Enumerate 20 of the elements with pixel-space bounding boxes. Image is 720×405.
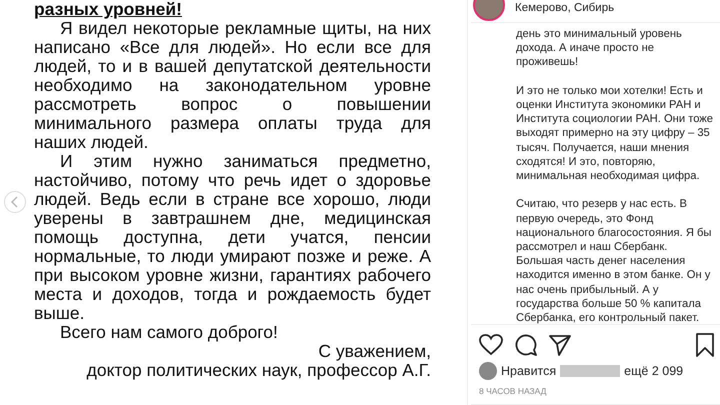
heart-icon[interactable] bbox=[479, 334, 503, 356]
location-link[interactable]: Кемерово, Сибирь bbox=[515, 2, 614, 14]
document-signature: доктор политических наук, профессор А.Г. bbox=[86, 361, 431, 380]
caption-paragraph: Считаю, что резерв у нас есть. В первую очередь, это Фонд национального благосостояния. Я бы рассмотрел и наш Сбербанк. Большая часть денег населения находится именно в этом банке. Он у нас очень прибыльный. А у государства больше 50 % капитала Сбербанка, его контрольный пакет. bbox=[516, 197, 712, 326]
bookmark-icon[interactable] bbox=[696, 333, 714, 357]
likes-count-link[interactable]: ещё 2 099 bbox=[624, 364, 684, 378]
document-paragraph: Всего нам самого доброго! bbox=[59, 323, 279, 342]
share-icon[interactable] bbox=[549, 334, 571, 356]
caption-paragraph: И это не только мои хотелки! Есть и оценки Института экономики РАН и Института социологии РАН. Они тоже выходят примерно на эту цифру – 35 тысяч. Получается, наши мнения сходятся! И это, повторяю, минимальная необходимая цифра. bbox=[516, 84, 714, 184]
comment-icon[interactable] bbox=[515, 334, 537, 356]
blurred-avatar bbox=[479, 362, 497, 380]
document-closing: С уважением, bbox=[317, 342, 431, 361]
post-time: 8 ЧАСОВ НАЗАД bbox=[471, 383, 720, 405]
blurred-username bbox=[560, 365, 620, 377]
chevron-left-icon bbox=[10, 196, 20, 208]
document-paragraph: И этим нужно заниматься предметно, настойчиво, потому что речь идет о здоровье людей. Ведь если в стране все хорошо, люди уверены в завтрашнем дне, медицинская помощь доступна, дети учатся, пенсии нормальные, то люди умирают позже и реже. А при высоком уровне жизни, гарантиях рабочего места и доходов, тогда и рождаемость будет выше. bbox=[34, 152, 431, 323]
likes-label: Нравится bbox=[501, 364, 556, 378]
document-paragraph: Я видел некоторые рекламные щиты, на них написано «Все для людей». Но если все для людей, то и в вашей депутатской деятельности необходимо на законодательном уровне рассмотреть вопрос о повышении минимального размера оплаты труда для наших людей. bbox=[34, 19, 431, 152]
caption-paragraph: день это минимальный уровень дохода. А иначе просто не проживешь! bbox=[516, 27, 683, 70]
document-heading: разных уровней! bbox=[34, 0, 182, 19]
